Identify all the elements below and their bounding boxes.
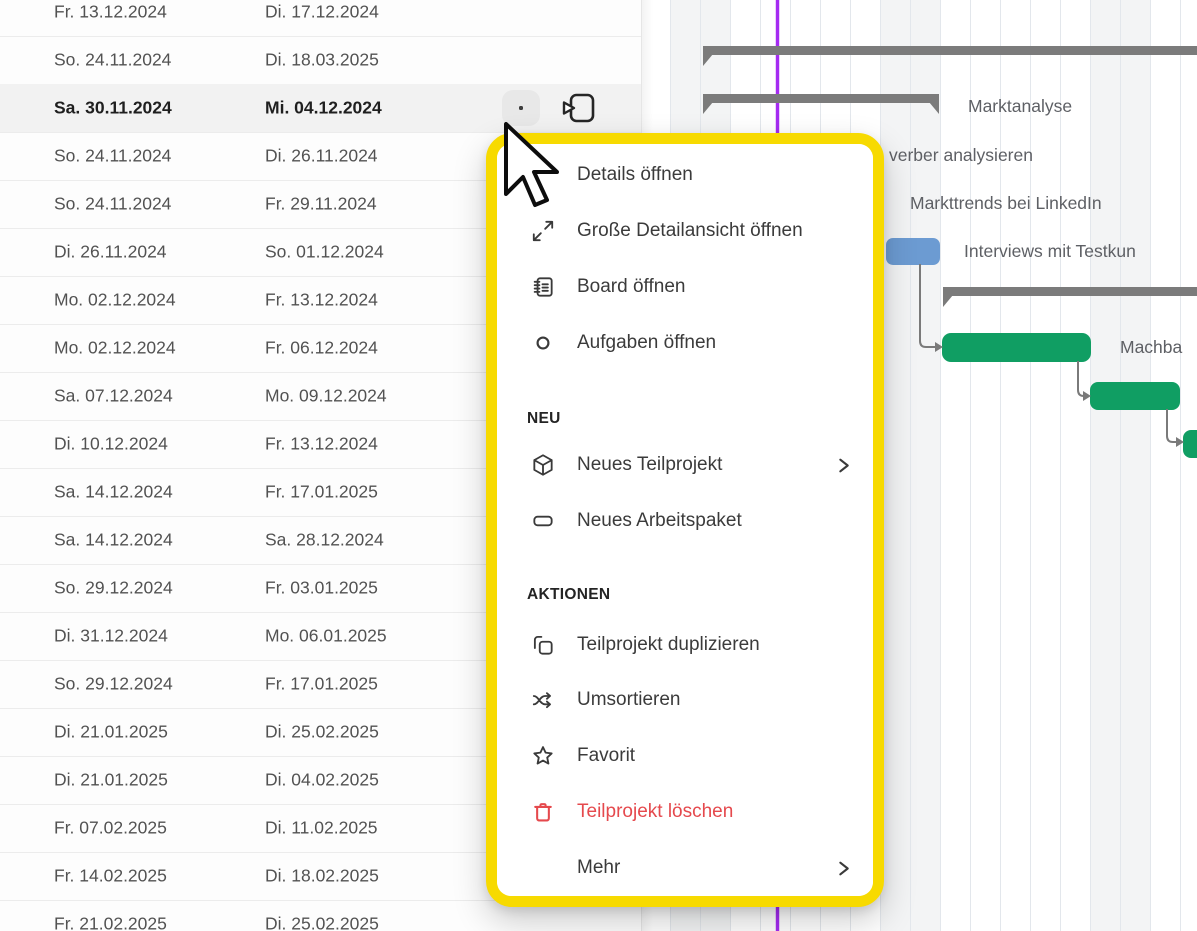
star-icon <box>530 743 556 769</box>
menu-item-details-oeffnen[interactable]: Details öffnen <box>497 155 873 195</box>
start-date: Di. 26.11.2024 <box>54 242 167 263</box>
end-date: Sa. 28.12.2024 <box>265 530 384 551</box>
menu-section-header-neu: NEU <box>527 405 561 433</box>
end-date: Di. 26.11.2024 <box>265 146 378 167</box>
start-date: So. 24.11.2024 <box>54 50 171 71</box>
end-date: Fr. 17.01.2025 <box>265 674 378 695</box>
gantt-label-wettbewerber: verber analysieren <box>889 145 1033 166</box>
menu-item-aufgaben-oeffnen[interactable]: Aufgaben öffnen <box>497 323 873 363</box>
summary-bar-machbarkeit[interactable] <box>943 287 1197 296</box>
open-panel-button[interactable] <box>560 90 597 126</box>
end-date: Fr. 06.12.2024 <box>265 338 378 359</box>
app-root: Marktanalyse verber analysieren Markttre… <box>0 0 1197 931</box>
end-date: Fr. 03.01.2025 <box>265 578 378 599</box>
end-date: Di. 11.02.2025 <box>265 818 378 839</box>
end-date: Di. 17.12.2024 <box>265 2 379 23</box>
start-date: Fr. 14.02.2025 <box>54 866 167 887</box>
chevron-right-icon <box>836 456 851 475</box>
start-date: Di. 21.01.2025 <box>54 722 168 743</box>
end-date: Di. 04.02.2025 <box>265 770 379 791</box>
end-date: Mo. 06.01.2025 <box>265 626 387 647</box>
table-row[interactable]: So. 24.11.2024 Di. 18.03.2025 <box>0 36 641 85</box>
start-date: Sa. 07.12.2024 <box>54 386 173 407</box>
summary-bar-marktanalyse[interactable] <box>703 94 939 103</box>
row-more-button[interactable] <box>502 90 540 126</box>
menu-section-header-aktionen: AKTIONEN <box>527 581 610 609</box>
end-date: Di. 25.02.2025 <box>265 722 379 743</box>
gantt-label-marktanalyse: Marktanalyse <box>968 96 1072 117</box>
task-bar-green-1[interactable] <box>942 333 1091 362</box>
menu-item-neues-arbeitspaket[interactable]: Neues Arbeitspaket <box>497 501 873 541</box>
chevron-right-icon <box>836 859 851 878</box>
open-panel-icon <box>560 90 597 126</box>
gantt-label-markttrends: Markttrends bei LinkedIn <box>910 193 1102 214</box>
start-date: Fr. 13.12.2024 <box>54 2 167 23</box>
summary-bar-project[interactable] <box>703 46 1197 55</box>
start-date: So. 29.12.2024 <box>54 578 173 599</box>
menu-item-favorit[interactable]: Favorit <box>497 736 873 776</box>
shuffle-icon <box>530 687 556 713</box>
start-date: Sa. 14.12.2024 <box>54 482 173 503</box>
end-date: Fr. 13.12.2024 <box>265 434 378 455</box>
start-date: Sa. 30.11.2024 <box>54 98 172 119</box>
menu-item-board-oeffnen[interactable]: Board öffnen <box>497 267 873 307</box>
summary-start-cap <box>703 54 713 66</box>
board-icon <box>530 274 556 300</box>
context-menu: Details öffnen Große Detailansicht öffne… <box>486 133 884 907</box>
expand-icon <box>530 218 556 244</box>
end-date: Mi. 04.12.2024 <box>265 98 382 119</box>
table-row-selected[interactable]: Sa. 30.11.2024 Mi. 04.12.2024 <box>0 84 641 133</box>
summary-start-cap <box>703 102 713 114</box>
gantt-label-interviews: Interviews mit Testkun <box>964 241 1136 262</box>
start-date: Fr. 07.02.2025 <box>54 818 167 839</box>
start-date: Sa. 14.12.2024 <box>54 530 173 551</box>
start-date: So. 29.12.2024 <box>54 674 173 695</box>
end-date: Di. 18.02.2025 <box>265 866 379 887</box>
trash-icon <box>530 799 556 825</box>
start-date: Mo. 02.12.2024 <box>54 290 176 311</box>
gantt-label-machbarkeit: Machba <box>1120 337 1182 358</box>
start-date: Di. 10.12.2024 <box>54 434 168 455</box>
end-date: Fr. 13.12.2024 <box>265 290 378 311</box>
end-date: Mo. 09.12.2024 <box>265 386 387 407</box>
end-date: Di. 18.03.2025 <box>265 50 379 71</box>
end-date: Di. 25.02.2025 <box>265 914 379 931</box>
menu-item-umsortieren[interactable]: Umsortieren <box>497 680 873 720</box>
task-bar-green-2[interactable] <box>1090 382 1180 410</box>
work-package-icon <box>530 508 556 534</box>
summary-end-cap <box>929 102 939 114</box>
cube-icon <box>530 452 556 478</box>
table-row[interactable]: Fr. 13.12.2024 Di. 17.12.2024 <box>0 0 641 37</box>
task-bar-green-3[interactable] <box>1183 430 1197 458</box>
end-date: Fr. 29.11.2024 <box>265 194 377 215</box>
circle-icon <box>530 330 556 356</box>
cursor-click-icon <box>530 162 556 188</box>
menu-item-neues-teilprojekt[interactable]: Neues Teilprojekt <box>497 445 873 485</box>
start-date: So. 24.11.2024 <box>54 194 171 215</box>
end-date: So. 01.12.2024 <box>265 242 384 263</box>
menu-item-teilprojekt-loeschen[interactable]: Teilprojekt löschen <box>497 792 873 832</box>
start-date: Di. 31.12.2024 <box>54 626 168 647</box>
task-bar-interviews[interactable] <box>886 238 940 265</box>
menu-item-grosse-detailansicht[interactable]: Große Detailansicht öffnen <box>497 211 873 251</box>
menu-item-mehr[interactable]: Mehr <box>497 848 873 888</box>
start-date: Mo. 02.12.2024 <box>54 338 176 359</box>
start-date: So. 24.11.2024 <box>54 146 171 167</box>
start-date: Di. 21.01.2025 <box>54 770 168 791</box>
duplicate-icon <box>530 632 556 658</box>
end-date: Fr. 17.01.2025 <box>265 482 378 503</box>
start-date: Fr. 21.02.2025 <box>54 914 167 931</box>
summary-start-cap <box>943 295 953 307</box>
menu-item-teilprojekt-duplizieren[interactable]: Teilprojekt duplizieren <box>497 625 873 665</box>
